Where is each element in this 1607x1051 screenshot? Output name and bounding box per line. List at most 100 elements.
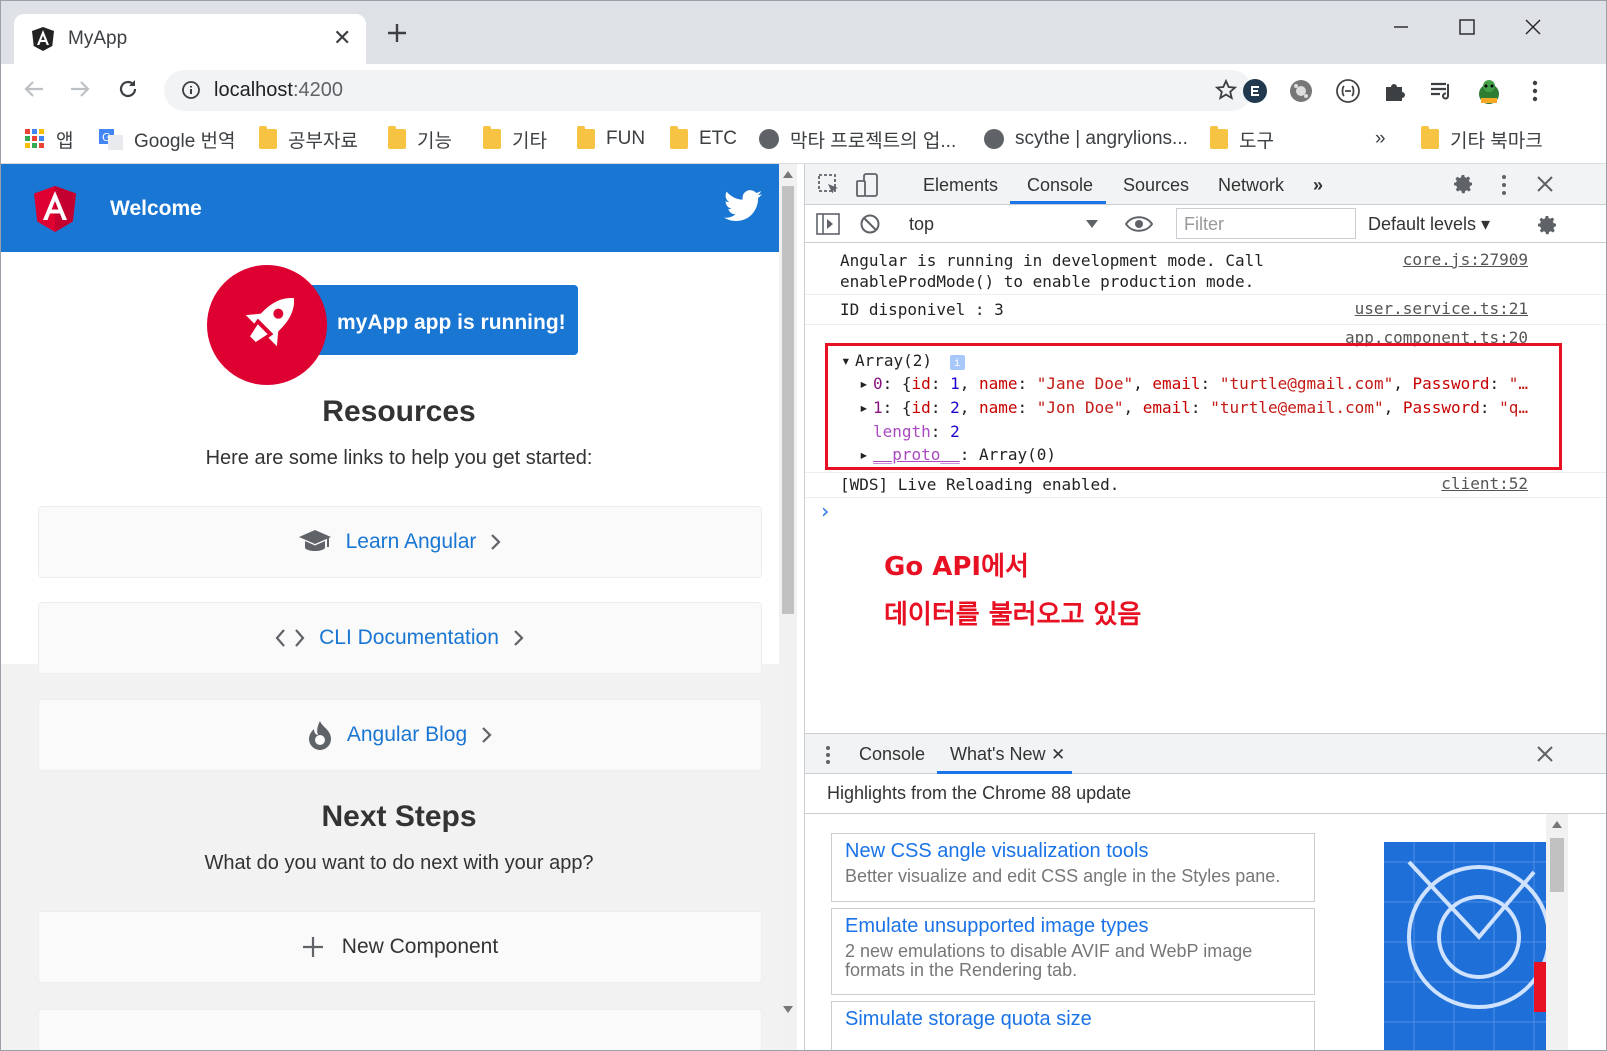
drawer-tab-bar: Console What's New ✕ bbox=[805, 733, 1606, 774]
console-prompt[interactable]: › bbox=[819, 501, 1606, 522]
resources-subtitle: Here are some links to help you get star… bbox=[205, 447, 593, 469]
back-arrow-icon[interactable] bbox=[22, 77, 46, 101]
extensions-puzzle-icon[interactable] bbox=[1382, 78, 1408, 104]
media-queue-icon[interactable] bbox=[1428, 78, 1454, 104]
bookmark-label: 막타 프로젝트의 업... bbox=[790, 130, 957, 152]
scroll-up-arrow-icon[interactable] bbox=[1552, 820, 1562, 828]
bookmark-folder[interactable]: 도구 bbox=[1210, 126, 1274, 152]
scroll-up-arrow-icon[interactable] bbox=[783, 170, 793, 178]
log-source-link[interactable]: user.service.ts:21 bbox=[1355, 299, 1528, 318]
settings-gear-icon[interactable] bbox=[1451, 172, 1475, 196]
active-tab-indicator bbox=[1010, 201, 1106, 204]
whats-new-scrollbar[interactable] bbox=[1546, 814, 1568, 1050]
context-selector[interactable]: top bbox=[909, 214, 934, 235]
minimize-icon[interactable] bbox=[1387, 13, 1415, 41]
close-devtools-icon[interactable] bbox=[1536, 175, 1554, 193]
extension-film-icon[interactable] bbox=[1288, 78, 1314, 104]
close-window-icon[interactable] bbox=[1519, 13, 1547, 41]
extension-json-icon[interactable] bbox=[1335, 78, 1361, 104]
maximize-icon[interactable] bbox=[1453, 13, 1481, 41]
bookmark-folder[interactable]: FUN bbox=[577, 126, 645, 152]
bookmark-link[interactable]: scythe | angrylions... bbox=[984, 126, 1188, 152]
devtools-tab-bar: Elements Console Sources Network » bbox=[805, 164, 1606, 205]
forward-arrow-icon[interactable] bbox=[68, 77, 92, 101]
drawer-menu-icon[interactable] bbox=[823, 744, 833, 766]
page-scroll-thumb[interactable] bbox=[782, 186, 794, 614]
bookmark-folder[interactable]: 기능 bbox=[388, 126, 452, 152]
svg-text:G: G bbox=[102, 131, 111, 144]
bookmark-label: scythe | angrylions... bbox=[1015, 128, 1188, 149]
new-tab-icon[interactable] bbox=[387, 23, 407, 43]
log-separator bbox=[805, 497, 1606, 498]
log-source-link[interactable]: core.js:27909 bbox=[1403, 250, 1528, 269]
card-label: Angular Blog bbox=[346, 723, 468, 746]
angular-logo-icon bbox=[34, 186, 76, 232]
annotation-line: 데이터를 불러오고 있음 bbox=[884, 600, 1142, 630]
scroll-thumb[interactable] bbox=[1550, 838, 1564, 892]
tab-close-icon[interactable]: ✕ bbox=[333, 27, 351, 49]
log-levels-dropdown[interactable]: Default levels ▾ bbox=[1368, 214, 1490, 235]
bookmark-label: 기능 bbox=[417, 130, 452, 152]
page-scrollbar[interactable] bbox=[779, 164, 797, 1050]
site-info-icon[interactable] bbox=[181, 80, 201, 100]
clear-console-icon[interactable] bbox=[859, 213, 881, 235]
bookmark-folder[interactable]: ETC bbox=[670, 126, 737, 152]
whats-new-item-title[interactable]: New CSS angle visualization tools bbox=[845, 840, 1301, 863]
address-bar[interactable]: localhost:4200 bbox=[164, 70, 1252, 111]
bookmark-star-icon[interactable] bbox=[1215, 79, 1237, 101]
bookmarks-overflow-button[interactable]: » bbox=[1375, 126, 1386, 152]
bookmark-link[interactable]: 막타 프로젝트의 업... bbox=[759, 126, 956, 152]
card-label: CLI Documentation bbox=[319, 626, 499, 649]
tab-console[interactable]: Console bbox=[1027, 175, 1093, 196]
tab-sources[interactable]: Sources bbox=[1123, 175, 1189, 196]
angular-blog-card[interactable]: Angular Blog bbox=[38, 699, 762, 771]
bookmark-apps[interactable]: 앱 bbox=[25, 126, 73, 152]
close-drawer-icon[interactable] bbox=[1536, 745, 1554, 763]
chevron-right-icon bbox=[490, 533, 502, 551]
device-toolbar-icon[interactable] bbox=[855, 172, 881, 198]
devtools-menu-icon[interactable] bbox=[1497, 173, 1511, 197]
browser-window: MyApp ✕ localhost:4200 앱 G Google 번역 공부자… bbox=[0, 0, 1607, 1051]
apps-grid-icon bbox=[25, 129, 45, 149]
twitter-icon[interactable] bbox=[724, 190, 762, 222]
browser-tab[interactable]: MyApp ✕ bbox=[14, 14, 366, 65]
log-source-link[interactable]: client:52 bbox=[1441, 474, 1528, 493]
learn-angular-card[interactable]: Learn Angular bbox=[38, 506, 762, 578]
bookmark-folder[interactable]: 기타 bbox=[483, 126, 547, 152]
whats-new-item[interactable]: Simulate storage quota size bbox=[831, 1001, 1315, 1050]
tab-elements[interactable]: Elements bbox=[923, 175, 998, 196]
bookmark-other-folder[interactable]: 기타 북마크 bbox=[1421, 126, 1543, 152]
extension-e-icon[interactable] bbox=[1242, 78, 1268, 104]
whats-new-item[interactable]: Emulate unsupported image types 2 new em… bbox=[831, 908, 1315, 995]
next-step-card[interactable] bbox=[38, 1009, 762, 1050]
reload-icon[interactable] bbox=[116, 77, 140, 101]
live-expression-eye-icon[interactable] bbox=[1125, 215, 1153, 233]
whats-new-item-title[interactable]: Simulate storage quota size bbox=[845, 1008, 1301, 1031]
folder-icon bbox=[483, 126, 501, 149]
cli-documentation-card[interactable]: CLI Documentation bbox=[38, 602, 762, 674]
tab-network[interactable]: Network bbox=[1218, 175, 1284, 196]
inspect-element-icon[interactable] bbox=[817, 173, 841, 197]
drawer-tab-console[interactable]: Console bbox=[859, 744, 925, 765]
close-drawer-tab-icon[interactable]: ✕ bbox=[1051, 745, 1065, 765]
more-tabs-button[interactable]: » bbox=[1313, 175, 1323, 196]
profile-avatar-icon[interactable] bbox=[1475, 78, 1503, 106]
bookmark-label: FUN bbox=[606, 128, 646, 149]
folder-icon bbox=[388, 126, 406, 149]
bookmark-folder[interactable]: 공부자료 bbox=[259, 126, 358, 152]
drawer-tab-whats-new[interactable]: What's New bbox=[950, 744, 1045, 765]
bookmark-label: » bbox=[1375, 128, 1386, 149]
angular-favicon-icon bbox=[32, 27, 54, 51]
folder-icon bbox=[1210, 126, 1228, 149]
whats-new-item[interactable]: New CSS angle visualization tools Better… bbox=[831, 833, 1315, 902]
browser-menu-icon[interactable] bbox=[1524, 78, 1546, 104]
console-settings-gear-icon[interactable] bbox=[1535, 213, 1559, 237]
console-filter-input[interactable]: Filter bbox=[1176, 208, 1356, 239]
whats-new-item-title[interactable]: Emulate unsupported image types bbox=[845, 915, 1301, 938]
show-sidebar-icon[interactable] bbox=[816, 213, 840, 235]
scroll-down-arrow-icon[interactable] bbox=[783, 1006, 793, 1014]
new-component-card[interactable]: New Component bbox=[38, 911, 762, 983]
chevron-right-icon bbox=[513, 629, 525, 647]
context-dropdown-arrow-icon[interactable] bbox=[1086, 220, 1098, 228]
bookmark-google-translate[interactable]: G Google 번역 bbox=[99, 126, 236, 152]
